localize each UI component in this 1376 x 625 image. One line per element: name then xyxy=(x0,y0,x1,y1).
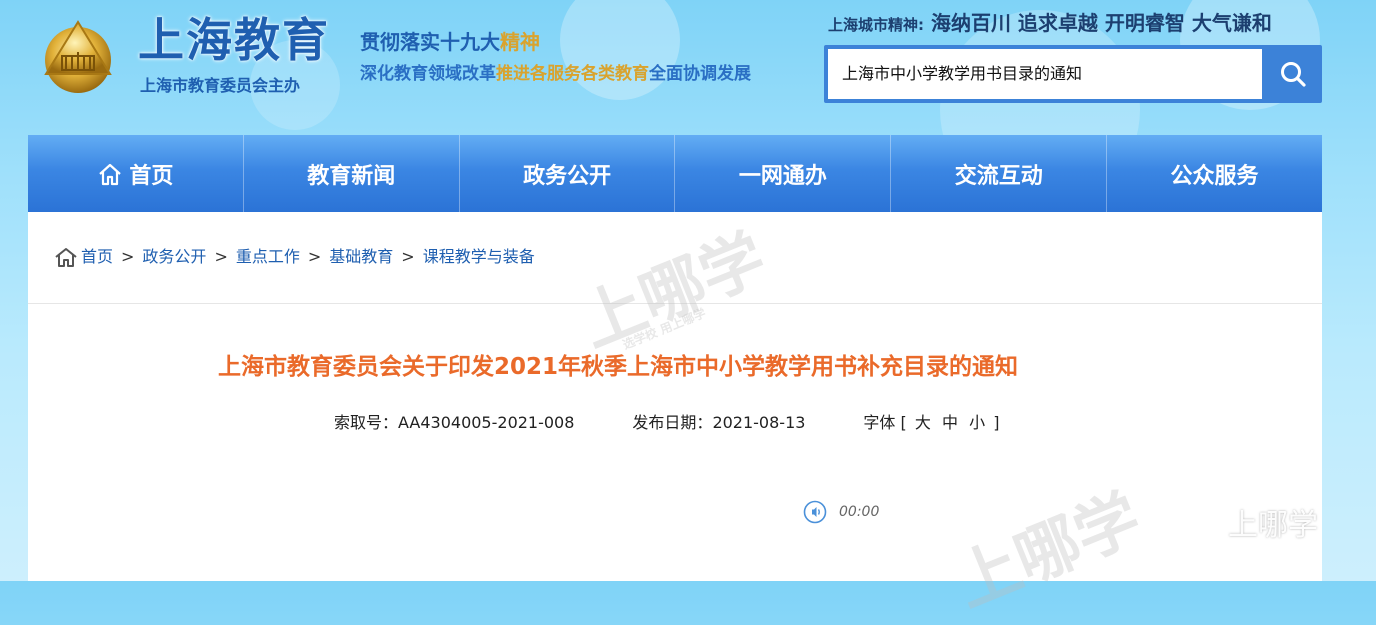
index-number: 索取号：AA4304005-2021-008 xyxy=(334,412,574,434)
breadcrumb-separator: > xyxy=(401,247,415,266)
wechat-watermark-text: 上哪学 xyxy=(1228,508,1318,543)
publish-date-value: 2021-08-13 xyxy=(712,413,806,432)
nav-item-label: 公众服务 xyxy=(1170,163,1259,189)
font-size-bracket-open: [ xyxy=(900,413,907,432)
font-size-bracket-close: ] xyxy=(993,413,1000,432)
breadcrumb-curriculum-equipment[interactable]: 课程教学与装备 xyxy=(423,246,535,268)
index-number-label: 索取号： xyxy=(334,413,399,432)
main-nav: 首页 教育新闻 政务公开 一网通办 交流互动 公众服务 xyxy=(28,135,1322,212)
font-size-switcher: 字体 [ 大 中 小 ] xyxy=(863,412,999,434)
nav-item-label: 交流互动 xyxy=(954,163,1043,189)
nav-item-education-news[interactable]: 教育新闻 xyxy=(244,135,460,212)
breadcrumb-government-affairs[interactable]: 政务公开 xyxy=(142,246,206,268)
font-size-medium[interactable]: 中 xyxy=(942,413,958,432)
slogan-line-1: 贯彻落实十九大精神 xyxy=(360,30,540,54)
wechat-watermark: 上哪学 xyxy=(1166,500,1318,544)
search-button[interactable] xyxy=(1264,45,1322,103)
wechat-icon xyxy=(1168,502,1221,540)
site-header: 上海教育 上海市教育委员会主办 贯彻落实十九大精神 深化教育领域改革推进各服务各… xyxy=(0,0,1376,135)
slogan-line-2-tail: 全面协调发展 xyxy=(649,64,751,84)
city-spirit-label: 上海城市精神: xyxy=(828,16,924,34)
breadcrumb: 首页 > 政务公开 > 重点工作 > 基础教育 > 课程教学与装备 xyxy=(54,246,535,268)
search-input[interactable] xyxy=(828,49,1262,99)
article-panel: 首页 > 政务公开 > 重点工作 > 基础教育 > 课程教学与装备 上海市教育委… xyxy=(28,212,1322,581)
search-icon xyxy=(1281,62,1306,87)
nav-item-label: 一网通办 xyxy=(738,163,827,189)
slogan-line-2-main: 深化教育领域改革 xyxy=(360,64,496,84)
nav-item-label: 教育新闻 xyxy=(307,163,396,189)
home-icon xyxy=(99,163,122,185)
article-meta: 索取号：AA4304005-2021-008 发布日期：2021-08-13 字… xyxy=(334,412,999,434)
nav-item-label: 首页 xyxy=(129,163,174,189)
nav-item-one-stop-service[interactable]: 一网通办 xyxy=(675,135,892,212)
nav-item-label: 政务公开 xyxy=(523,163,612,189)
font-size-large[interactable]: 大 xyxy=(915,413,931,432)
publish-date-label: 发布日期： xyxy=(632,413,713,432)
breadcrumb-separator: > xyxy=(121,247,135,266)
slogan-line-1-main: 贯彻落实十九大 xyxy=(360,30,500,54)
slogan-line-1-gold: 精神 xyxy=(500,30,540,54)
breadcrumb-key-work[interactable]: 重点工作 xyxy=(236,246,300,268)
audio-player: 00:00 xyxy=(803,500,879,524)
audio-play-icon[interactable] xyxy=(803,500,827,524)
nav-item-public-service[interactable]: 公众服务 xyxy=(1107,135,1322,212)
breadcrumb-separator: > xyxy=(214,247,228,266)
publish-date: 发布日期：2021-08-13 xyxy=(632,412,805,434)
audio-time: 00:00 xyxy=(839,504,880,520)
site-logo-title[interactable]: 上海教育 xyxy=(138,12,330,68)
breadcrumb-basic-education[interactable]: 基础教育 xyxy=(329,246,393,268)
font-size-label: 字体 xyxy=(863,413,896,432)
breadcrumb-divider xyxy=(28,303,1322,304)
breadcrumb-separator: > xyxy=(307,247,322,266)
slogan-line-2-gold: 推进各服务各类教育 xyxy=(496,64,649,84)
nav-item-home[interactable]: 首页 xyxy=(28,135,244,212)
nav-item-interaction[interactable]: 交流互动 xyxy=(891,135,1108,212)
home-icon xyxy=(55,248,77,267)
article-title: 上海市教育委员会关于印发2021年秋季上海市中小学教学用书补充目录的通知 xyxy=(217,354,1018,380)
site-logo-subtitle: 上海市教育委员会主办 xyxy=(140,76,301,95)
search-bar xyxy=(824,45,1322,103)
nav-item-government-affairs[interactable]: 政务公开 xyxy=(460,135,676,212)
font-size-small[interactable]: 小 xyxy=(969,413,985,432)
index-number-value: AA4304005-2021-008 xyxy=(398,413,575,432)
logo-emblem[interactable] xyxy=(38,16,118,96)
slogan-line-2: 深化教育领域改革推进各服务各类教育全面协调发展 xyxy=(360,63,751,85)
breadcrumb-home[interactable]: 首页 xyxy=(81,246,113,268)
city-spirit: 上海城市精神: 海纳百川 追求卓越 开明睿智 大气谦和 xyxy=(828,11,1272,37)
city-spirit-text: 海纳百川 追求卓越 开明睿智 大气谦和 xyxy=(930,11,1272,35)
